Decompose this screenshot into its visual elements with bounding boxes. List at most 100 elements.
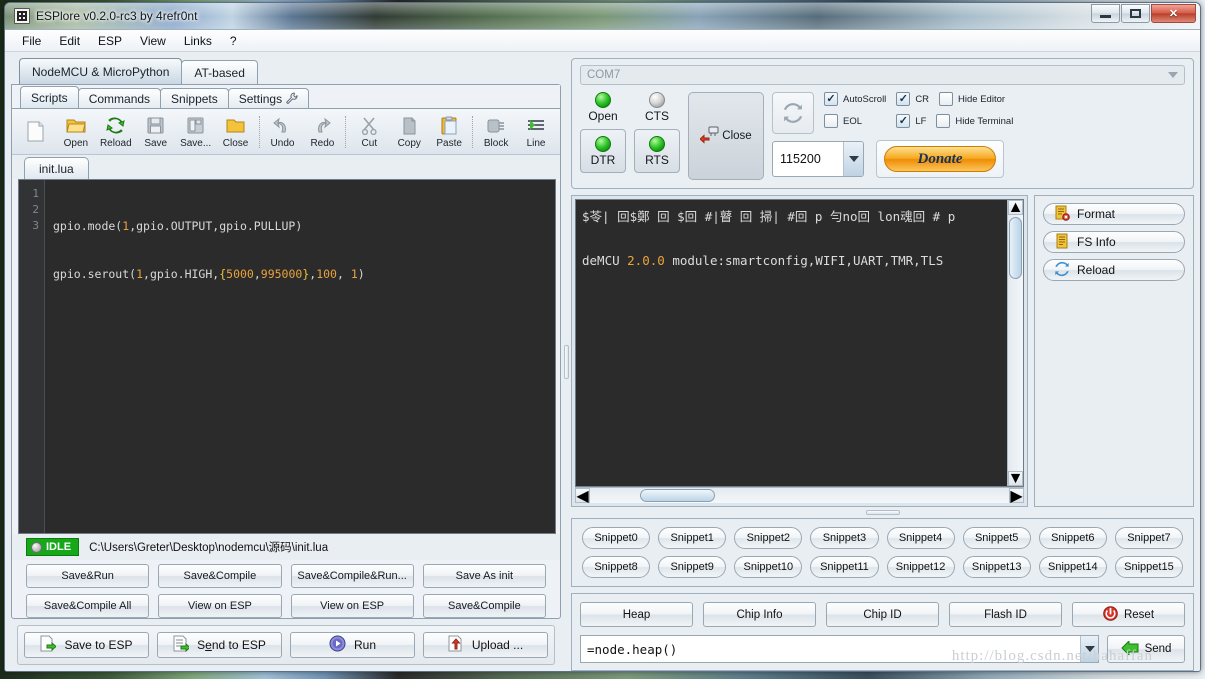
connection-close-button[interactable]: Close <box>688 92 764 180</box>
tab-snippets[interactable]: Snippets <box>160 88 229 108</box>
snippet-button-5[interactable]: Snippet5 <box>962 527 1031 549</box>
chip-info-button[interactable]: Chip Info <box>703 602 816 627</box>
hide-terminal-checkbox-row[interactable]: Hide Terminal <box>936 114 1013 128</box>
toolbar-close-file[interactable]: Close <box>216 111 256 153</box>
snippet-button-12[interactable]: Snippet12 <box>886 556 955 578</box>
code-editor[interactable]: 1 2 3 gpio.mode(1,gpio.OUTPUT,gpio.PULLU… <box>18 179 556 534</box>
eol-checkbox[interactable] <box>824 114 838 128</box>
lf-checkbox-row[interactable]: ✓ LF <box>896 114 926 128</box>
hide-editor-checkbox[interactable] <box>939 92 954 106</box>
snippet-button-14[interactable]: Snippet14 <box>1038 556 1107 578</box>
snippet-button-11[interactable]: Snippet11 <box>810 556 879 578</box>
menu-item-esp[interactable]: ESP <box>95 32 125 50</box>
chevron-down-icon[interactable] <box>1080 636 1098 662</box>
tab-settings[interactable]: Settings <box>227 88 310 108</box>
maximize-button[interactable] <box>1121 4 1150 23</box>
scroll-left-button[interactable]: ◀ <box>575 488 590 505</box>
snippet-button-15[interactable]: Snippet15 <box>1114 556 1183 578</box>
save-as-init-button[interactable]: Save As init <box>422 564 546 588</box>
scroll-track[interactable] <box>1008 215 1023 471</box>
hide-editor-checkbox-row[interactable]: Hide Editor <box>939 92 1005 106</box>
chip-id-button[interactable]: Chip ID <box>826 602 939 627</box>
snippet-button-6[interactable]: Snippet6 <box>1038 527 1107 549</box>
snippet-button-0[interactable]: Snippet0 <box>582 527 651 549</box>
terminal-output[interactable]: $苓| 回$鄭 回 $回 #|瞽 回 掃| #回 p 勻no回 lon魂回 # … <box>576 200 1007 486</box>
snippet-button-4[interactable]: Snippet4 <box>886 527 955 549</box>
toolbar-copy[interactable]: Copy <box>389 111 429 153</box>
command-input[interactable]: =node.heap() <box>580 635 1099 663</box>
eol-checkbox-row[interactable]: EOL <box>824 114 886 128</box>
menu-item-help[interactable]: ? <box>227 32 240 50</box>
horizontal-splitter[interactable] <box>571 507 1194 518</box>
toolbar-redo[interactable]: Redo <box>302 111 342 153</box>
toolbar-block[interactable]: Block <box>476 111 516 153</box>
code-content[interactable]: gpio.mode(1,gpio.OUTPUT,gpio.PULLUP) gpi… <box>45 180 555 533</box>
view-on-esp-button-1[interactable]: View on ESP <box>158 594 282 618</box>
hscroll-track[interactable] <box>590 488 1009 503</box>
scroll-up-button[interactable]: ▲ <box>1008 199 1024 216</box>
tab-at-based[interactable]: AT-based <box>181 60 258 84</box>
tab-commands[interactable]: Commands <box>77 88 162 108</box>
chevron-down-icon[interactable] <box>843 142 863 176</box>
scroll-down-button[interactable]: ▼ <box>1008 470 1024 487</box>
snippet-button-7[interactable]: Snippet7 <box>1114 527 1183 549</box>
menu-item-edit[interactable]: Edit <box>56 32 83 50</box>
toolbar-line[interactable]: Line <box>516 111 556 153</box>
terminal-vertical-scrollbar[interactable]: ▲ ▼ <box>1007 199 1024 487</box>
snippet-button-2[interactable]: Snippet2 <box>734 527 803 549</box>
snippet-button-13[interactable]: Snippet13 <box>962 556 1031 578</box>
lf-checkbox[interactable]: ✓ <box>896 114 911 128</box>
save-compile-all-button[interactable]: Save&Compile All <box>26 594 150 618</box>
send-command-button[interactable]: Send <box>1107 635 1185 663</box>
snippet-button-8[interactable]: Snippet8 <box>582 556 651 578</box>
menu-item-links[interactable]: Links <box>181 32 215 50</box>
baud-rate-select[interactable]: 115200 <box>772 141 864 177</box>
heap-button[interactable]: Heap <box>580 602 693 627</box>
toolbar-save[interactable]: Save <box>136 111 176 153</box>
send-to-esp-button[interactable]: Send to ESP <box>157 632 282 658</box>
scroll-thumb[interactable] <box>1009 217 1022 279</box>
toolbar-reload[interactable]: Reload <box>96 111 136 153</box>
autoscroll-checkbox-row[interactable]: ✓ AutoScroll <box>824 92 886 106</box>
cr-checkbox[interactable]: ✓ <box>896 92 911 106</box>
close-button[interactable]: ✕ <box>1151 4 1196 23</box>
upload-button[interactable]: Upload ... <box>423 632 548 658</box>
tab-scripts[interactable]: Scripts <box>20 86 79 108</box>
snippet-button-10[interactable]: Snippet10 <box>734 556 803 578</box>
rts-toggle-button[interactable]: RTS <box>634 129 680 173</box>
hide-terminal-checkbox[interactable] <box>936 114 951 128</box>
fs-info-button[interactable]: FS Info <box>1043 231 1185 253</box>
fs-reload-button[interactable]: Reload <box>1043 259 1185 281</box>
toolbar-open[interactable]: Open <box>56 111 96 153</box>
autoscroll-checkbox[interactable]: ✓ <box>824 92 838 106</box>
hscroll-thumb[interactable] <box>640 489 715 502</box>
snippet-button-3[interactable]: Snippet3 <box>810 527 879 549</box>
snippet-button-1[interactable]: Snippet1 <box>658 527 727 549</box>
scroll-right-button[interactable]: ▶ <box>1009 488 1024 505</box>
toolbar-cut[interactable]: Cut <box>349 111 389 153</box>
save-compile-run-button[interactable]: Save&Compile&Run... <box>290 564 414 588</box>
view-on-esp-button-2[interactable]: View on ESP <box>290 594 414 618</box>
com-port-select[interactable]: COM7 <box>580 65 1185 85</box>
minimize-button[interactable] <box>1091 4 1120 23</box>
run-button[interactable]: Run <box>290 632 415 658</box>
vertical-splitter[interactable] <box>561 52 571 671</box>
flash-id-button[interactable]: Flash ID <box>949 602 1062 627</box>
save-compile-button-2[interactable]: Save&Compile <box>422 594 546 618</box>
dtr-toggle-button[interactable]: DTR <box>580 129 626 173</box>
toolbar-undo[interactable]: Undo <box>263 111 303 153</box>
menu-item-view[interactable]: View <box>137 32 169 50</box>
toolbar-new-file[interactable] <box>16 111 56 153</box>
cr-checkbox-row[interactable]: ✓ CR <box>896 92 929 106</box>
snippet-button-9[interactable]: Snippet9 <box>658 556 727 578</box>
terminal-horizontal-scrollbar[interactable]: ◀ ▶ <box>575 487 1024 505</box>
reset-button[interactable]: Reset <box>1072 602 1185 627</box>
save-and-run-button[interactable]: Save&Run <box>26 564 150 588</box>
donate-button[interactable]: Donate <box>876 140 1004 178</box>
save-and-compile-button[interactable]: Save&Compile <box>158 564 282 588</box>
tab-nodemcu-micropython[interactable]: NodeMCU & MicroPython <box>19 58 183 84</box>
toolbar-paste[interactable]: Paste <box>429 111 469 153</box>
menu-item-file[interactable]: File <box>19 32 44 50</box>
format-button[interactable]: Format <box>1043 203 1185 225</box>
toolbar-save-as[interactable]: Save... <box>176 111 216 153</box>
